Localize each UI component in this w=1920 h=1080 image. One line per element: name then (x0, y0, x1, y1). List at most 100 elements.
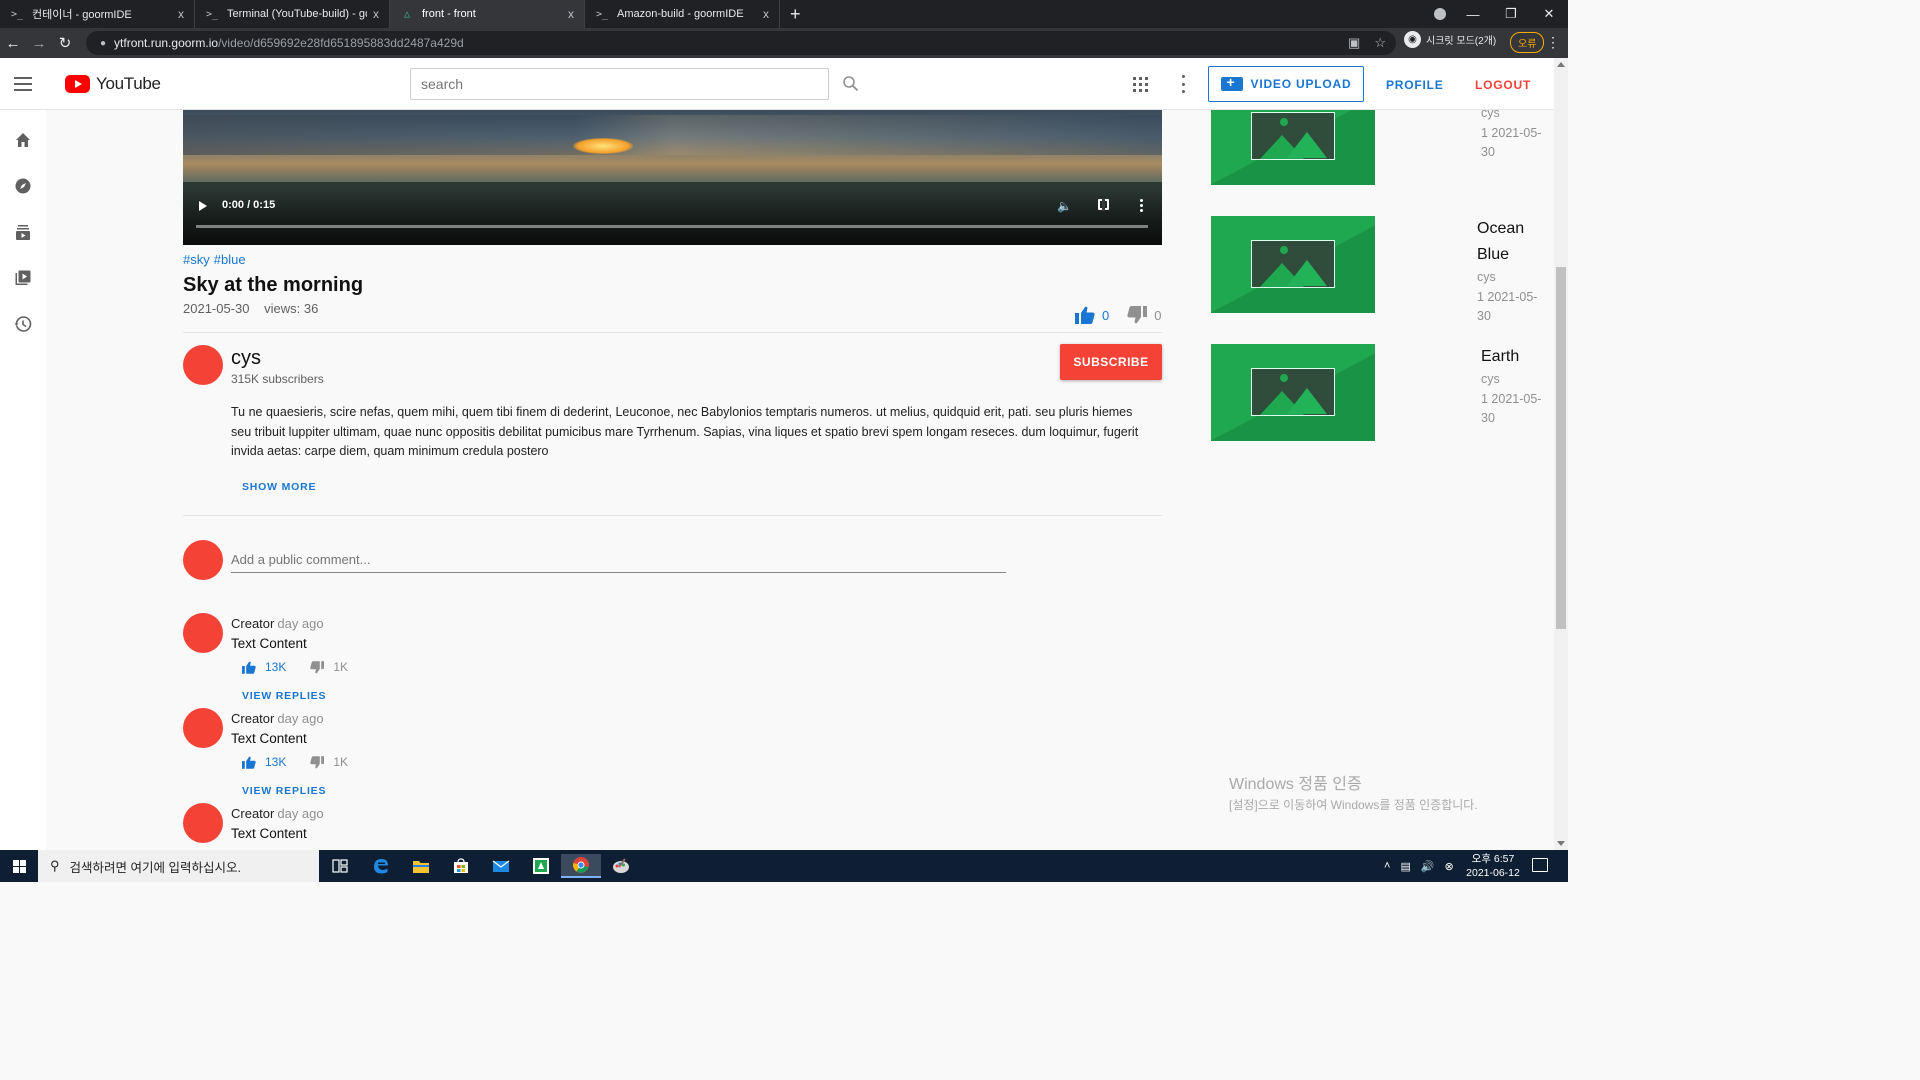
progress-bar[interactable] (196, 225, 1148, 228)
volume-icon[interactable]: 🔊 (1421, 860, 1435, 873)
thumbs-down-icon[interactable] (310, 660, 325, 674)
browser-tab-1[interactable]: >_ 컨테이너 - goormIDE x (0, 0, 195, 28)
video-upload-button[interactable]: VIDEO UPLOAD (1208, 66, 1364, 102)
upload-label: VIDEO UPLOAD (1250, 77, 1352, 91)
comment-dislike-count: 1K (333, 660, 349, 674)
paint-icon[interactable] (601, 854, 641, 878)
show-more-button[interactable]: SHOW MORE (242, 481, 316, 493)
recommendation-item[interactable]: cys 1 2021-05-30 (1211, 110, 1551, 185)
thumbs-up-icon[interactable] (242, 661, 256, 674)
chevron-up-icon[interactable]: ˄ (1384, 860, 1390, 872)
thumbs-down-icon[interactable] (1127, 306, 1148, 324)
restore-icon[interactable]: ❐ (1492, 6, 1530, 22)
minimize-icon[interactable]: — (1454, 7, 1492, 22)
notification-icon[interactable] (1532, 858, 1548, 872)
view-replies-button[interactable]: VIEW REPLIES (242, 785, 326, 797)
app-launcher-icon[interactable] (521, 854, 561, 878)
mail-icon[interactable] (481, 854, 521, 878)
explore-icon[interactable] (14, 177, 32, 195)
close-icon[interactable]: x (178, 7, 184, 21)
channel-name[interactable]: cys (231, 347, 261, 370)
search-input[interactable] (410, 68, 829, 100)
video-thumbnail-placeholder[interactable] (1211, 216, 1375, 313)
close-icon[interactable]: x (568, 7, 574, 21)
youtube-logo[interactable]: YouTube (65, 74, 161, 94)
thumbs-down-icon[interactable] (310, 755, 325, 769)
history-icon[interactable] (14, 315, 32, 333)
app-header: YouTube VIDEO UPLOAD PROFILE LOGOUT (0, 58, 1554, 110)
edge-icon[interactable] (361, 854, 401, 878)
volume-icon[interactable]: 🔈 (1057, 199, 1072, 213)
home-icon[interactable] (14, 131, 32, 149)
view-replies-button[interactable]: VIEW REPLIES (242, 690, 326, 702)
browser-tab-2[interactable]: >_ Terminal (YouTube-build) - goo x (195, 0, 390, 28)
player-menu-icon[interactable] (1140, 199, 1143, 212)
play-icon[interactable] (199, 201, 207, 211)
recommendation-item[interactable]: Earth cys 1 2021-05-30 (1211, 344, 1551, 441)
video-player[interactable]: 0:00 / 0:15 🔈 (183, 110, 1162, 245)
file-explorer-icon[interactable] (401, 854, 441, 878)
menu-icon[interactable] (14, 77, 32, 91)
forward-icon[interactable]: → (26, 35, 52, 52)
scroll-down-icon[interactable] (1557, 841, 1565, 846)
windows-start-icon[interactable] (0, 850, 38, 882)
rec-author: cys (1477, 270, 1496, 284)
profile-link[interactable]: PROFILE (1386, 78, 1444, 92)
browser-menu-icon[interactable]: ⋮ (1546, 34, 1560, 51)
channel-avatar[interactable] (183, 345, 223, 385)
logout-link[interactable]: LOGOUT (1475, 78, 1531, 92)
fullscreen-icon[interactable] (1098, 198, 1109, 211)
video-thumbnail-placeholder[interactable] (1211, 344, 1375, 441)
new-tab-button[interactable]: + (790, 4, 801, 25)
disconnected-icon[interactable]: ⊗ (1445, 860, 1454, 873)
thumbs-up-icon[interactable] (1075, 306, 1095, 324)
avatar[interactable] (183, 803, 223, 843)
search-icon[interactable] (842, 75, 859, 92)
back-icon[interactable]: ← (0, 35, 26, 52)
incognito-indicator[interactable]: ◉ 시크릿 모드(2개) (1404, 31, 1496, 48)
rec-title[interactable]: Earth (1481, 344, 1551, 370)
profile-dropdown-icon[interactable] (1426, 8, 1454, 20)
scroll-up-icon[interactable] (1557, 62, 1565, 67)
comment-time: day ago (277, 806, 324, 821)
network-icon[interactable]: ▤ (1400, 860, 1410, 873)
tag-link[interactable]: #blue (214, 252, 246, 267)
reload-icon[interactable]: ↻ (52, 34, 78, 52)
subscribe-button[interactable]: SUBSCRIBE (1060, 344, 1162, 380)
taskbar-search[interactable]: ⚲ 검색하려면 여기에 입력하십시오. (38, 850, 319, 882)
bookmark-star-icon[interactable]: ☆ (1374, 35, 1386, 51)
video-views: views: 36 (264, 301, 319, 316)
browser-tab-3[interactable]: △ front - front x (390, 0, 585, 28)
address-bar[interactable]: ● ytfront.run.goorm.io /video/d659692e28… (86, 31, 1396, 55)
scrollbar-thumb[interactable] (1556, 267, 1566, 629)
close-window-icon[interactable]: ✕ (1530, 6, 1568, 22)
tag-link[interactable]: #sky (183, 252, 210, 267)
settings-kebab-icon[interactable] (1182, 75, 1186, 93)
rec-title[interactable]: Ocean Blue (1477, 216, 1547, 268)
thumbs-up-icon[interactable] (242, 756, 256, 769)
store-icon[interactable] (441, 854, 481, 878)
video-thumbnail-placeholder[interactable] (1211, 110, 1375, 185)
avatar[interactable] (183, 613, 223, 653)
comment-input[interactable] (231, 547, 1006, 573)
rec-meta: 1 2021-05-30 (1477, 289, 1538, 324)
translate-icon[interactable]: ▣ (1348, 35, 1360, 51)
error-button[interactable]: 오류 (1510, 32, 1545, 53)
subscriptions-icon[interactable] (14, 223, 32, 241)
task-view-icon[interactable] (320, 854, 360, 878)
library-icon[interactable] (14, 269, 32, 287)
apps-grid-icon[interactable] (1133, 77, 1148, 92)
page-scrollbar[interactable] (1554, 58, 1568, 850)
comment-author[interactable]: Creator (231, 616, 274, 631)
recommendation-item[interactable]: Ocean Blue cys 1 2021-05-30 (1211, 216, 1551, 323)
browser-tab-4[interactable]: >_ Amazon-build - goormIDE x (585, 0, 780, 28)
avatar[interactable] (183, 708, 223, 748)
taskbar-clock[interactable]: 오후 6:57 2021-06-12 (1462, 852, 1524, 880)
chrome-icon[interactable] (561, 854, 601, 878)
lock-icon[interactable]: ● (100, 38, 106, 49)
close-icon[interactable]: x (373, 7, 379, 21)
comment-author[interactable]: Creator (231, 806, 274, 821)
close-icon[interactable]: x (763, 7, 769, 21)
comment-author[interactable]: Creator (231, 711, 274, 726)
like-dislike-bar: 0 0 (1075, 306, 1161, 324)
